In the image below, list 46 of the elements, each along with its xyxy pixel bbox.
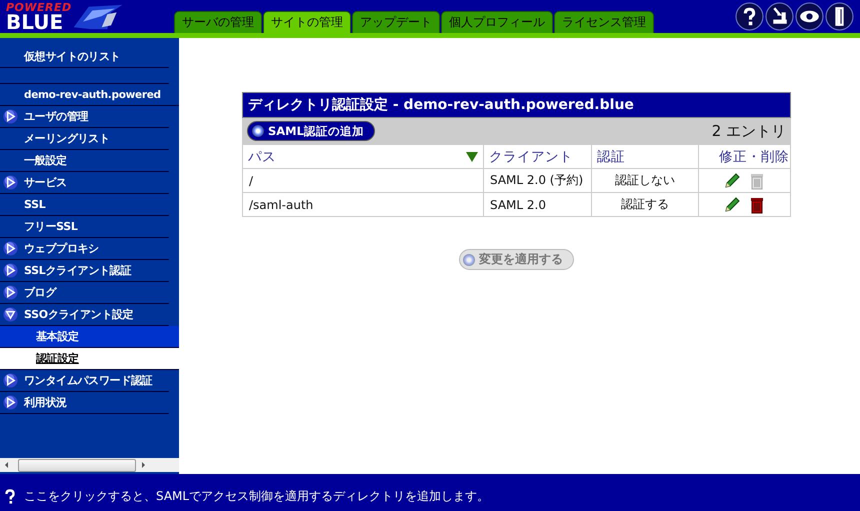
tab[interactable]: アップデート bbox=[352, 11, 440, 33]
panel-title: ディレクトリ認証設定 - demo-rev-auth.powered.blue bbox=[242, 92, 791, 118]
status-text: ここをクリックすると、SAMLでアクセス制御を適用するディレクトリを追加します。 bbox=[24, 488, 490, 505]
table-cell: /saml-auth bbox=[242, 192, 484, 216]
horizontal-scrollbar[interactable] bbox=[0, 458, 179, 472]
tab[interactable]: サーバの管理 bbox=[174, 11, 262, 33]
pencil-icon[interactable] bbox=[722, 172, 741, 190]
table-cell: 認証しない bbox=[592, 168, 698, 192]
column-header[interactable]: クライアント bbox=[484, 144, 592, 168]
help-icon[interactable] bbox=[735, 2, 764, 31]
sidebar-subitem[interactable]: 認証設定 bbox=[0, 348, 179, 370]
sidebar-heading[interactable]: 仮想サイトのリスト bbox=[24, 49, 120, 64]
tab[interactable]: サイトの管理 bbox=[263, 11, 351, 33]
eye-icon[interactable] bbox=[795, 2, 824, 31]
column-header[interactable]: パス bbox=[242, 144, 484, 168]
column-header[interactable]: 認証 bbox=[592, 144, 698, 168]
help-icon bbox=[4, 488, 16, 504]
table-cell: 認証する bbox=[592, 192, 698, 216]
site-name[interactable]: demo-rev-auth.powered bbox=[24, 88, 161, 100]
tab[interactable]: 個人プロフィール bbox=[441, 11, 553, 33]
sidebar-item[interactable]: サービス bbox=[24, 175, 67, 190]
sort-triangle-icon[interactable] bbox=[466, 152, 478, 162]
sidebar-item[interactable]: メーリングリスト bbox=[24, 131, 110, 146]
table-cell: / bbox=[242, 168, 484, 192]
sidebar-item[interactable]: SSLクライアント認証 bbox=[24, 263, 132, 278]
table-cell: SAML 2.0 (予約) bbox=[484, 168, 592, 192]
sidebar-item[interactable]: SSOクライアント設定 bbox=[24, 307, 134, 322]
sidebar-item[interactable]: 一般設定 bbox=[24, 153, 67, 168]
column-header[interactable]: 修正・削除 bbox=[698, 144, 790, 168]
sidebar-item[interactable]: 利用状況 bbox=[24, 395, 67, 410]
logo-text: BLUE bbox=[6, 13, 64, 32]
sidebar-item[interactable]: SSL bbox=[24, 198, 46, 211]
door-icon[interactable] bbox=[825, 2, 854, 31]
column-header-text[interactable]: パス bbox=[248, 148, 276, 166]
download-icon[interactable] bbox=[765, 2, 794, 31]
sidebar-item[interactable]: ブログ bbox=[24, 285, 56, 300]
sidebar-item[interactable]: ユーザの管理 bbox=[24, 109, 88, 124]
tab[interactable]: ライセンス管理 bbox=[554, 11, 654, 33]
sidebar-subitem[interactable]: 基本設定 bbox=[0, 326, 179, 348]
sidebar-item[interactable]: ワンタイムパスワード認証 bbox=[24, 373, 152, 388]
add-button[interactable]: SAML認証の追加 bbox=[247, 121, 375, 141]
sidebar-item[interactable]: フリーSSL bbox=[24, 219, 78, 234]
sidebar-item[interactable]: ウェブプロキシ bbox=[24, 241, 99, 256]
pencil-icon[interactable] bbox=[722, 196, 741, 214]
entry-count: 2 エントリ bbox=[712, 122, 786, 140]
table-cell: SAML 2.0 bbox=[484, 192, 592, 216]
